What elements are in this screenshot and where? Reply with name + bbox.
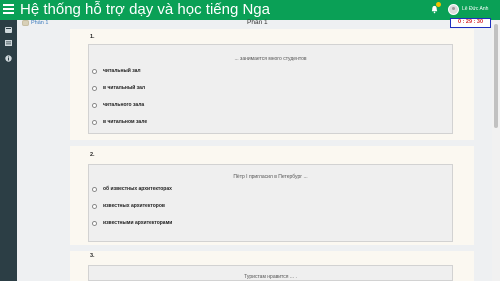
- folder-icon: [22, 20, 29, 26]
- radio-button[interactable]: [92, 119, 97, 125]
- menu-icon[interactable]: [3, 4, 14, 15]
- sidebar: [0, 20, 17, 281]
- answer-label[interactable]: об известных архитекторах: [103, 186, 172, 192]
- notification-badge: [436, 2, 441, 7]
- page-title: Phần 1: [247, 19, 268, 26]
- answer-option[interactable]: читального зала: [92, 102, 144, 108]
- countdown-timer: 0 : 29 : 30: [450, 18, 491, 28]
- user-name[interactable]: Lê Đức Anh: [462, 6, 488, 12]
- radio-button[interactable]: [92, 102, 97, 108]
- question-prompt: ... занимается много студентов: [234, 56, 307, 62]
- question-divider: [70, 140, 474, 146]
- app-title: Hệ thống hỗ trợ dạy và học tiếng Nga: [20, 1, 270, 18]
- answer-label[interactable]: в читальный зал: [103, 85, 145, 91]
- answer-option[interactable]: в читальном зале: [92, 119, 147, 125]
- radio-button[interactable]: [92, 203, 97, 209]
- answer-option[interactable]: об известных архитекторах: [92, 186, 172, 192]
- question-prompt: Туристам нравится ... .: [244, 274, 297, 280]
- info-icon[interactable]: [5, 55, 12, 62]
- question-divider: [70, 245, 474, 251]
- answer-option[interactable]: в читальный зал: [92, 85, 145, 91]
- dashboard-icon[interactable]: [5, 27, 12, 33]
- answer-option[interactable]: читальный зал: [92, 68, 141, 74]
- radio-button[interactable]: [92, 68, 97, 74]
- scrollbar-thumb[interactable]: [494, 24, 498, 128]
- question-number: 1.: [90, 34, 95, 40]
- radio-button[interactable]: [92, 186, 97, 192]
- breadcrumb[interactable]: Phần 1: [22, 19, 48, 27]
- answer-label[interactable]: в читальном зале: [103, 119, 147, 125]
- answer-label[interactable]: известными архитекторами: [103, 220, 172, 226]
- answer-option[interactable]: известных архитекторов: [92, 203, 165, 209]
- radio-button[interactable]: [92, 220, 97, 226]
- answer-label[interactable]: известных архитекторов: [103, 203, 165, 209]
- answer-option[interactable]: известными архитекторами: [92, 220, 172, 226]
- question-prompt: Пётр I пригласил в Петербург ...: [233, 174, 308, 180]
- question-number: 3.: [90, 253, 95, 259]
- question-number: 2.: [90, 152, 95, 158]
- breadcrumb-label[interactable]: Phần 1: [31, 20, 48, 26]
- avatar[interactable]: [448, 4, 459, 15]
- answer-label[interactable]: читального зала: [103, 102, 144, 108]
- top-bar: Hệ thống hỗ trợ dạy và học tiếng Nga Lê …: [0, 0, 500, 20]
- radio-button[interactable]: [92, 85, 97, 91]
- list-icon[interactable]: [5, 40, 12, 46]
- answer-label[interactable]: читальный зал: [103, 68, 141, 74]
